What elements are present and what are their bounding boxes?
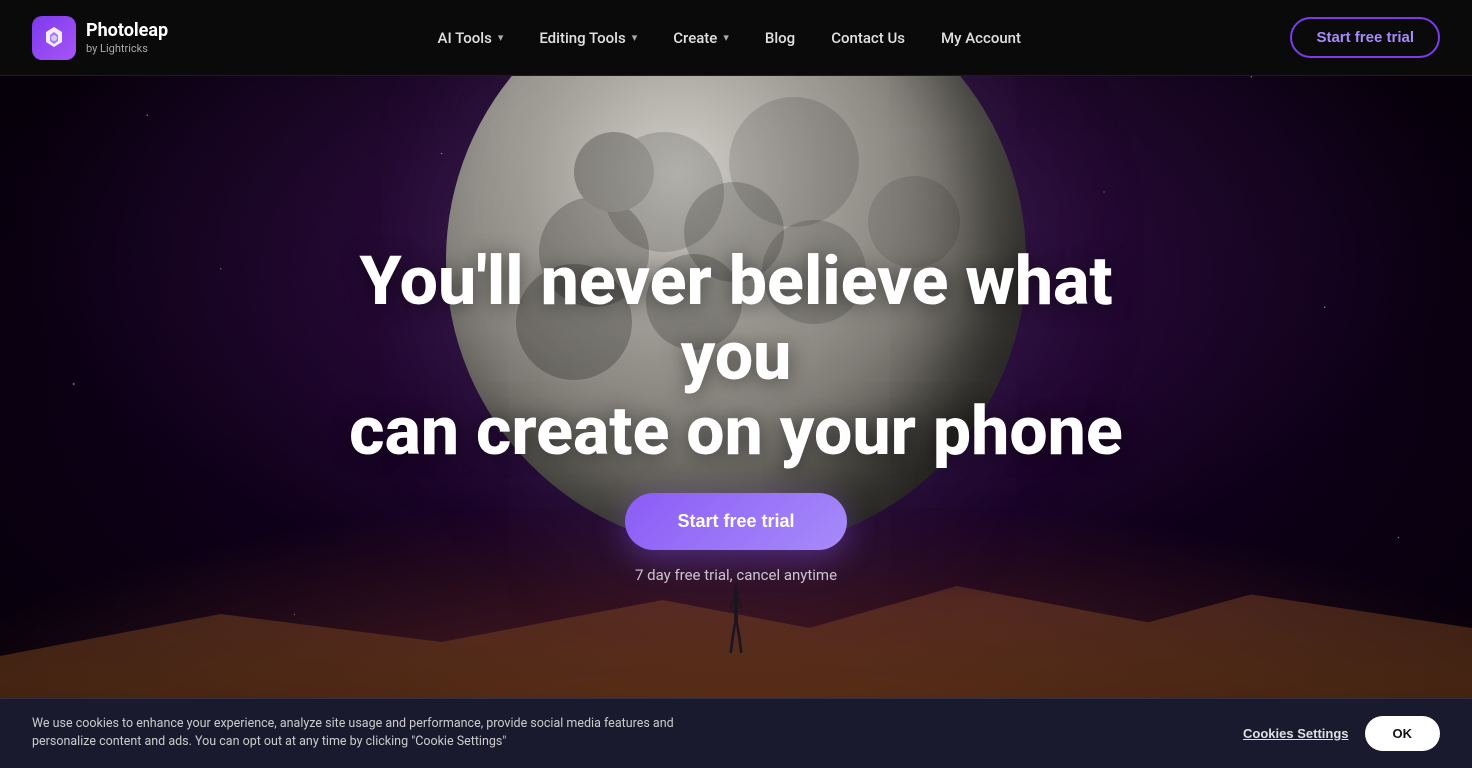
nav-links: AI Tools ▾ Editing Tools ▾ Create ▾ Blog… xyxy=(422,21,1037,55)
logo-text: Photoleap by Lightricks xyxy=(86,20,168,55)
nav-item-editing-tools[interactable]: Editing Tools ▾ xyxy=(523,21,653,55)
cookie-text: We use cookies to enhance your experienc… xyxy=(32,715,732,753)
cookie-settings-button[interactable]: Cookies Settings xyxy=(1243,726,1348,741)
cookie-ok-button[interactable]: OK xyxy=(1365,716,1441,751)
nav-item-my-account[interactable]: My Account xyxy=(925,21,1037,55)
navbar: Photoleap by Lightricks AI Tools ▾ Editi… xyxy=(0,0,1472,76)
cookie-actions: Cookies Settings OK xyxy=(1243,716,1440,751)
person-figure xyxy=(725,583,747,653)
chevron-down-icon: ▾ xyxy=(632,31,638,44)
chevron-down-icon: ▾ xyxy=(723,31,729,44)
hero-content: You'll never believe what you can create… xyxy=(326,244,1146,583)
cookie-banner: We use cookies to enhance your experienc… xyxy=(0,698,1472,768)
nav-item-ai-tools[interactable]: AI Tools ▾ xyxy=(422,21,520,55)
logo[interactable]: Photoleap by Lightricks xyxy=(32,16,168,60)
person-silhouette xyxy=(725,583,747,653)
nav-item-contact-us[interactable]: Contact Us xyxy=(815,21,921,55)
hero-cta-button[interactable]: Start free trial xyxy=(625,493,846,550)
nav-item-blog[interactable]: Blog xyxy=(749,21,811,55)
nav-item-create[interactable]: Create ▾ xyxy=(657,21,745,55)
hero-section: You'll never believe what you can create… xyxy=(0,0,1472,768)
nav-cta-button[interactable]: Start free trial xyxy=(1290,17,1440,58)
logo-icon xyxy=(32,16,76,60)
hero-sub-label: 7 day free trial, cancel anytime xyxy=(635,566,837,584)
chevron-down-icon: ▾ xyxy=(498,31,504,44)
hero-headline: You'll never believe what you can create… xyxy=(326,244,1146,468)
brand-sub: by Lightricks xyxy=(86,42,168,55)
brand-name: Photoleap xyxy=(86,20,168,42)
